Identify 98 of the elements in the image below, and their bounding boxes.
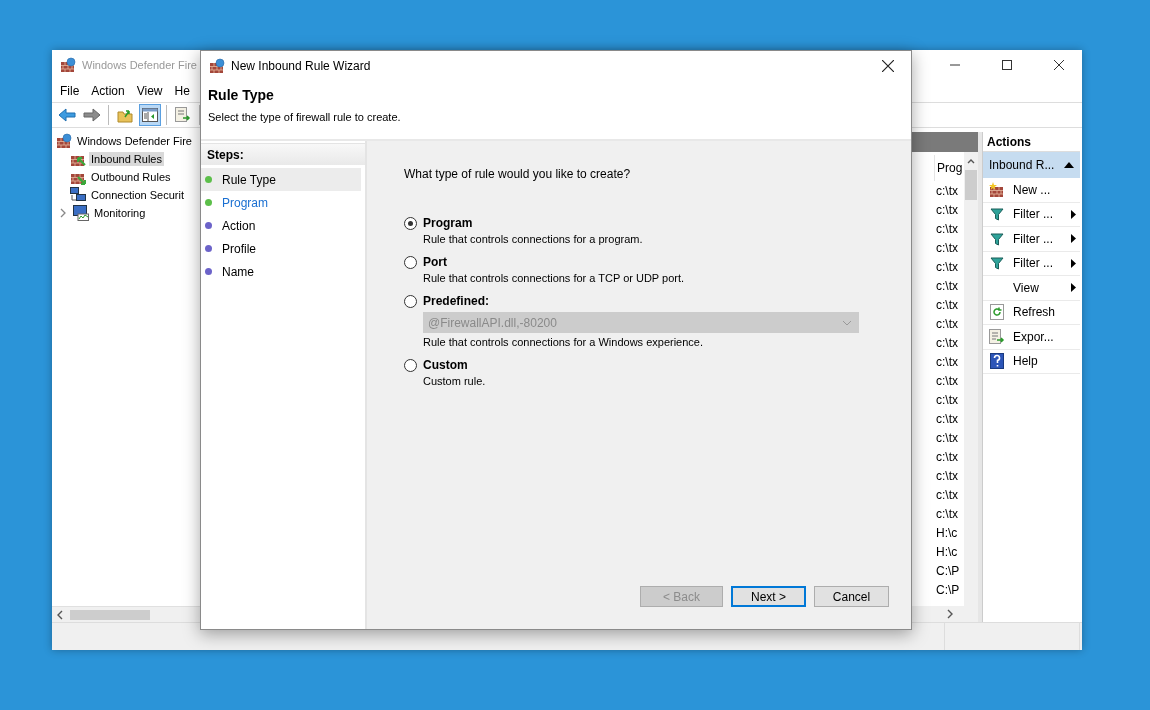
table-cell-text: c:\tx <box>935 467 959 485</box>
maximize-icon <box>1002 60 1012 70</box>
table-cell-text: H:\c <box>935 543 959 561</box>
option-description: Rule that controls connections for a program. <box>423 233 644 245</box>
step-item: Action <box>201 214 361 237</box>
dialog-title: New Inbound Rule Wizard <box>231 59 372 73</box>
funnel-icon <box>990 207 1004 222</box>
task-link[interactable]: Help <box>983 349 1080 374</box>
monitor-chart-icon <box>73 205 89 221</box>
scroll-thumb[interactable] <box>965 170 977 200</box>
option-label[interactable]: Predefined: <box>423 294 489 308</box>
tree-item[interactable]: Monitoring <box>92 206 148 220</box>
tree-item[interactable]: Windows Defender Fire <box>75 134 194 148</box>
table-cell-text: c:\tx <box>935 353 959 371</box>
brick-wall-globe-icon <box>209 58 225 74</box>
table-cell-text: H:\c <box>935 524 959 542</box>
table-cell-text: c:\tx <box>935 182 959 200</box>
submenu-arrow-icon <box>1071 234 1076 244</box>
question-text: What type of rule would you like to create? <box>404 167 632 181</box>
option-description: Rule that controls connections for a Windows experience. <box>423 336 705 348</box>
funnel-icon <box>990 231 1004 246</box>
option-label[interactable]: Program <box>423 216 473 230</box>
task-link[interactable]: Filter ... <box>983 251 1080 276</box>
steps-header: Steps: <box>201 143 365 165</box>
option-description: Custom rule. <box>423 375 487 387</box>
table-cell-text: c:\tx <box>935 486 959 504</box>
window-title: Windows Defender Fire <box>82 59 197 71</box>
submenu-arrow-icon <box>1071 258 1076 268</box>
task-link[interactable]: View <box>983 276 1080 301</box>
radio-button[interactable] <box>404 294 417 308</box>
scroll-thumb[interactable] <box>70 609 150 620</box>
actions-section[interactable]: Inbound R... <box>983 152 1080 178</box>
funnel-icon <box>990 256 1004 271</box>
table-cell-text: c:\tx <box>935 448 959 466</box>
table-cell-text: c:\tx <box>935 372 959 390</box>
menu-item[interactable]: File <box>54 84 86 98</box>
chevron-icon[interactable] <box>59 208 67 218</box>
table-cell-text: c:\tx <box>935 201 959 219</box>
brick-wall-globe-icon <box>60 57 76 73</box>
task-link[interactable]: Filter ... <box>983 202 1080 227</box>
brick-wall-globe-icon <box>56 133 72 149</box>
page-heading: Rule Type <box>208 87 275 103</box>
vertical-scrollbar[interactable] <box>964 152 978 606</box>
scroll-right-icon[interactable] <box>946 609 954 619</box>
option-label[interactable]: Custom <box>423 358 468 372</box>
task-link[interactable]: Expor... <box>983 325 1080 350</box>
step-item[interactable]: Program <box>201 191 361 214</box>
help-icon <box>990 353 1004 370</box>
tree-item[interactable]: Inbound Rules <box>89 152 164 166</box>
menu-item[interactable]: Action <box>85 84 131 98</box>
tree-item[interactable]: Outbound Rules <box>89 170 173 184</box>
tree-item[interactable]: Connection Securit <box>89 188 186 202</box>
document-arrow-icon <box>989 328 1005 345</box>
table-cell-text: c:\tx <box>935 315 959 333</box>
task-link[interactable]: Filter ... <box>983 227 1080 252</box>
table-cell-text: c:\tx <box>935 410 959 428</box>
step-item: Rule Type <box>201 168 361 191</box>
document-arrow-icon <box>175 107 191 123</box>
close-icon <box>1054 60 1064 70</box>
folder-arrow-icon <box>117 107 133 123</box>
table-cell-text: c:\tx <box>935 239 959 257</box>
submenu-arrow-icon <box>1071 283 1076 293</box>
dialog-button[interactable]: Cancel <box>814 586 889 607</box>
close-icon <box>882 60 894 72</box>
table-cell-text: c:\tx <box>935 334 959 352</box>
table-cell-text: C:\P <box>935 581 961 599</box>
back-arrow-icon <box>58 108 76 122</box>
task-link[interactable]: New ... <box>983 178 1080 203</box>
radio-button[interactable] <box>404 216 417 230</box>
step-item: Name <box>201 260 361 283</box>
step-item: Profile <box>201 237 361 260</box>
option-label[interactable]: Port <box>423 255 447 269</box>
table-cell-text: c:\tx <box>935 220 959 238</box>
menu-item[interactable]: He <box>168 84 196 98</box>
table-cell-text: c:\tx <box>935 429 959 447</box>
scroll-up-icon[interactable] <box>967 158 975 164</box>
task-link[interactable]: Refresh <box>983 300 1080 325</box>
window-pane-icon <box>142 108 158 122</box>
table-cell-text: C:\P <box>935 562 961 580</box>
toolbar-button[interactable] <box>139 104 161 126</box>
refresh-icon <box>990 304 1004 321</box>
table-cell-text: c:\tx <box>935 505 959 523</box>
menu-item[interactable]: View <box>130 84 169 98</box>
table-cell-text: c:\tx <box>935 296 959 314</box>
computers-icon <box>70 187 86 203</box>
table-cell-text: c:\tx <box>935 277 959 295</box>
forward-arrow-icon <box>83 108 101 122</box>
collapse-triangle-icon[interactable] <box>1064 162 1074 168</box>
brick-wall-star-icon <box>989 181 1005 198</box>
table-cell-text: c:\tx <box>935 258 959 276</box>
radio-button[interactable] <box>404 255 417 269</box>
dialog-button[interactable]: Next > <box>731 586 806 607</box>
scroll-left-icon[interactable] <box>56 609 64 620</box>
option-description: Rule that controls connections for a TCP or UDP port. <box>423 272 686 284</box>
table-cell-text: c:\tx <box>935 391 959 409</box>
radio-button[interactable] <box>404 358 417 372</box>
submenu-arrow-icon <box>1071 209 1076 219</box>
page-subheading: Select the type of firewall rule to create. <box>208 111 402 123</box>
